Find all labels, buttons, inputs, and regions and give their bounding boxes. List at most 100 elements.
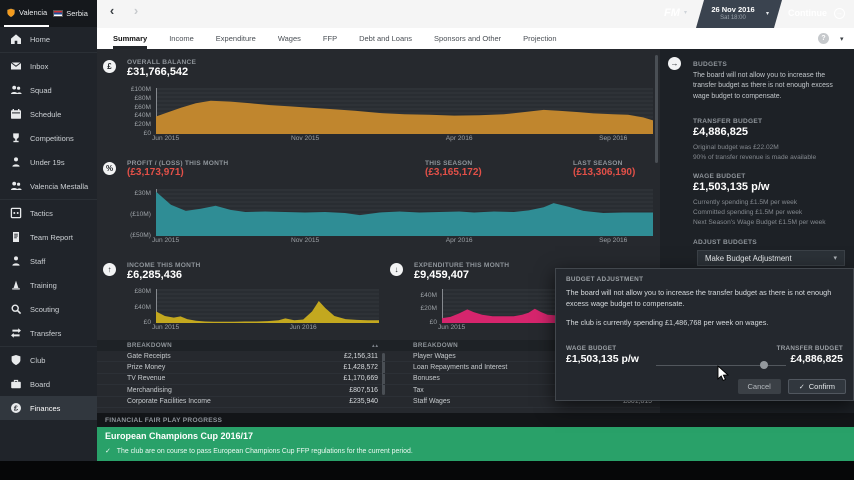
club-tab-serbia[interactable]: Serbia — [51, 0, 90, 27]
y-axis-tick: £80M — [122, 95, 151, 102]
row-label: Loan Repayments and Interest — [413, 364, 507, 371]
chart-series-overall-balance — [122, 85, 658, 145]
table-header[interactable]: BREAKDOWN ▲▲ — [97, 340, 386, 351]
overall-balance-label: OVERALL BALANCE — [127, 59, 196, 66]
y-axis-tick: £0 — [408, 319, 437, 326]
sidebar-item-valencia-mestalla[interactable]: Valencia Mestalla — [0, 174, 97, 198]
back-button[interactable]: ‹ — [105, 3, 119, 18]
ffp-header: FINANCIAL FAIR PLAY PROGRESS — [105, 417, 222, 424]
ffp-competition-title: European Champions Cup 2016/17 — [105, 431, 253, 441]
staff-icon — [10, 255, 22, 267]
mouse-cursor — [717, 365, 729, 388]
sidebar-item-competitions[interactable]: Competitions — [0, 126, 97, 150]
table-row[interactable]: Merchandising£807,516 — [97, 385, 386, 396]
sidebar-item-label: Under 19s — [30, 158, 65, 167]
tab-summary[interactable]: Summary — [113, 28, 147, 49]
cancel-button[interactable]: Cancel — [738, 379, 781, 394]
valencia-badge-icon — [6, 8, 16, 18]
sidebar-item-label: Finances — [30, 404, 60, 413]
table-row[interactable]: Gate Receipts£2,156,311 — [97, 351, 386, 362]
y-axis-tick: (£50M) — [122, 232, 151, 239]
help-icon[interactable]: ? — [818, 33, 829, 44]
sidebar-item-finances[interactable]: £Finances — [0, 396, 97, 420]
bottom-bar — [0, 461, 854, 480]
dialog-body-2: The club is currently spending £1,486,76… — [566, 318, 846, 329]
sidebar-item-transfers[interactable]: Transfers — [0, 321, 97, 345]
budget-adjustment-dropdown[interactable]: Make Budget Adjustment ▾ — [697, 250, 845, 266]
dialog-wage-budget-label: WAGE BUDGET — [566, 345, 616, 352]
sidebar-item-team-report[interactable]: Team Report — [0, 225, 97, 249]
tab-debt-and-loans[interactable]: Debt and Loans — [359, 28, 412, 49]
x-axis-tick: Sep 2016 — [593, 237, 633, 244]
transfers-icon — [10, 327, 22, 339]
breakdown-header-label: BREAKDOWN — [127, 342, 172, 349]
row-label: Staff Wages — [413, 398, 450, 405]
serbia-flag-icon — [53, 10, 63, 17]
sidebar-item-schedule[interactable]: Schedule — [0, 102, 97, 126]
club-tab-bar: ValenciaSerbia — [0, 0, 97, 27]
inbox-icon — [10, 60, 22, 72]
y-axis-tick: £60M — [122, 104, 151, 111]
sidebar-item-inbox[interactable]: Inbox — [0, 54, 97, 78]
row-label: TV Revenue — [127, 375, 165, 382]
transfer-budget-value: £4,886,825 — [693, 126, 748, 138]
sort-icon[interactable]: ▲▲ — [371, 343, 378, 348]
sidebar-item-staff[interactable]: Staff — [0, 249, 97, 273]
row-label: Gate Receipts — [127, 353, 171, 360]
forward-button[interactable]: › — [129, 3, 143, 18]
confirm-button-label: Confirm — [809, 382, 835, 391]
table-row[interactable]: Corporate Facilities Income£235,940 — [97, 397, 386, 408]
wage-note-1: Currently spending £1.5M per week — [693, 198, 797, 208]
x-axis-tick: Jun 2015 — [152, 135, 179, 142]
sidebar-item-label: Club — [30, 356, 45, 365]
chevron-down-icon: ▾ — [833, 254, 837, 262]
tabbar-chevron-icon[interactable]: ▾ — [840, 35, 844, 43]
table-row[interactable]: TV Revenue£1,170,669 — [97, 374, 386, 385]
continue-arrow-icon[interactable]: → — [834, 8, 845, 19]
x-axis-tick: Nov 2015 — [285, 237, 325, 244]
y-axis-tick: £100M — [122, 86, 151, 93]
y-axis-tick: £80M — [122, 288, 151, 295]
competitions-icon — [10, 132, 22, 144]
x-axis-tick: Sep 2016 — [593, 135, 633, 142]
transfer-budget-label: TRANSFER BUDGET — [693, 118, 762, 125]
sidebar-item-home[interactable]: Home — [0, 27, 97, 51]
continue-button[interactable]: Continue — [788, 8, 827, 18]
income-month-value: £6,285,436 — [127, 269, 182, 281]
tab-ffp[interactable]: FFP — [323, 28, 337, 49]
expenditure-down-icon: ↓ — [390, 263, 403, 276]
y-axis-tick: £40M — [408, 292, 437, 299]
fm-logo[interactable]: FM — [664, 7, 680, 19]
sidebar-item-under-19s[interactable]: Under 19s — [0, 150, 97, 174]
fm-finances-screen: ValenciaSerbia Home InboxSquadScheduleCom… — [0, 0, 854, 480]
sidebar-item-scouting[interactable]: Scouting — [0, 297, 97, 321]
expenditure-month-label: EXPENDITURE THIS MONTH — [414, 262, 509, 269]
tab-income[interactable]: Income — [169, 28, 194, 49]
x-axis-tick: Jun 2016 — [283, 324, 323, 331]
date-chevron-icon[interactable]: ▾ — [766, 10, 769, 17]
sidebar-item-board[interactable]: Board — [0, 372, 97, 396]
sidebar-item-training[interactable]: Training — [0, 273, 97, 297]
table-row[interactable]: Prize Money£1,428,572 — [97, 362, 386, 373]
content-scrollbar[interactable] — [655, 55, 658, 163]
transfer-note-2: 90% of transfer revenue is made availabl… — [693, 153, 816, 163]
check-icon: ✓ — [105, 447, 111, 455]
budget-slider-handle[interactable] — [760, 361, 768, 369]
dialog-wage-budget-value: £1,503,135 p/w — [566, 353, 639, 365]
board-icon — [10, 378, 22, 390]
tab-sponsors-and-other[interactable]: Sponsors and Other — [434, 28, 501, 49]
sidebar-divider — [0, 52, 97, 53]
club-tab-valencia[interactable]: Valencia — [4, 0, 49, 27]
fm-menu-chevron-icon[interactable]: ▾ — [684, 9, 687, 16]
tab-expenditure[interactable]: Expenditure — [216, 28, 256, 49]
valencia-mestalla-icon — [10, 180, 22, 192]
this-season-label: THIS SEASON — [425, 160, 472, 167]
confirm-button[interactable]: ✓ Confirm — [788, 379, 846, 394]
sidebar-item-tactics[interactable]: Tactics — [0, 201, 97, 225]
sidebar-item-club[interactable]: Club — [0, 348, 97, 372]
sidebar-item-squad[interactable]: Squad — [0, 78, 97, 102]
row-label: Prize Money — [127, 364, 165, 371]
y-axis-tick: £20M — [408, 305, 437, 312]
tab-projection[interactable]: Projection — [523, 28, 556, 49]
tab-wages[interactable]: Wages — [278, 28, 301, 49]
